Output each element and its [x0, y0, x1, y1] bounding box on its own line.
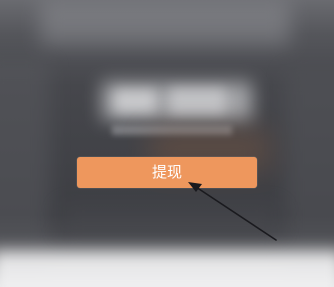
blurred-amount-part	[170, 88, 225, 114]
blurred-background-right	[285, 70, 334, 260]
blurred-background-left	[0, 60, 50, 260]
blurred-amount-part	[115, 90, 155, 112]
blurred-content-band	[60, 205, 280, 235]
blurred-screen: 提现	[0, 0, 334, 287]
blurred-bottom-bar	[0, 250, 334, 287]
withdraw-button[interactable]: 提现	[77, 157, 257, 188]
blurred-header-region	[40, 0, 290, 45]
